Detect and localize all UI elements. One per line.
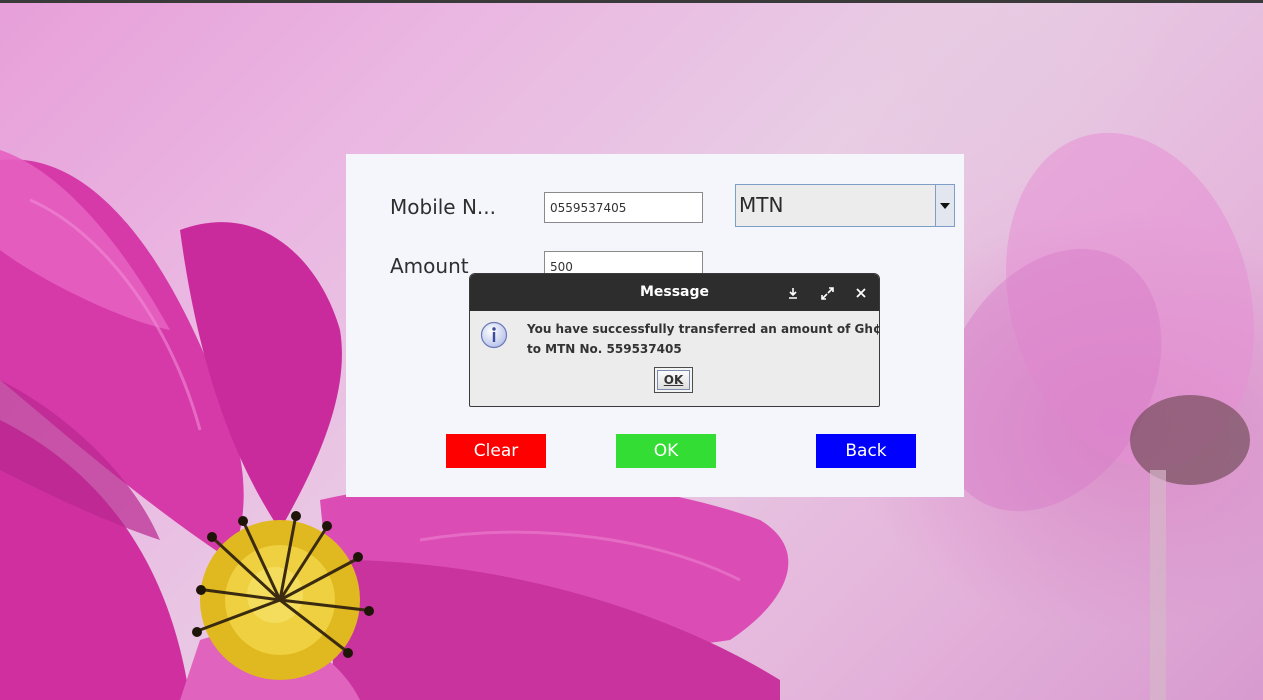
network-selected-value: MTN	[739, 193, 784, 217]
message-dialog: Message You have successfully transferre…	[469, 273, 880, 407]
desktop-background: Mobile N... MTN Amount Clear OK Back Mes…	[0, 0, 1263, 700]
mobile-number-input[interactable]	[544, 192, 703, 223]
dialog-message-line-2: to MTN No. 559537405	[527, 342, 682, 356]
dialog-ok-label: OK	[657, 370, 690, 390]
dialog-ok-button[interactable]: OK	[654, 367, 693, 393]
info-icon	[480, 321, 508, 353]
clear-button[interactable]: Clear	[446, 434, 546, 468]
amount-label: Amount	[390, 254, 469, 278]
chevron-down-icon[interactable]	[935, 185, 954, 226]
maximize-icon[interactable]	[817, 283, 837, 303]
close-icon[interactable]	[851, 283, 871, 303]
mobile-number-label: Mobile N...	[390, 195, 496, 219]
network-select[interactable]: MTN	[735, 184, 955, 227]
minimize-icon[interactable]	[783, 283, 803, 303]
back-button[interactable]: Back	[816, 434, 916, 468]
ok-button[interactable]: OK	[616, 434, 716, 468]
dialog-titlebar[interactable]: Message	[470, 274, 879, 311]
dialog-message-line-1: You have successfully transferred an amo…	[527, 322, 880, 336]
